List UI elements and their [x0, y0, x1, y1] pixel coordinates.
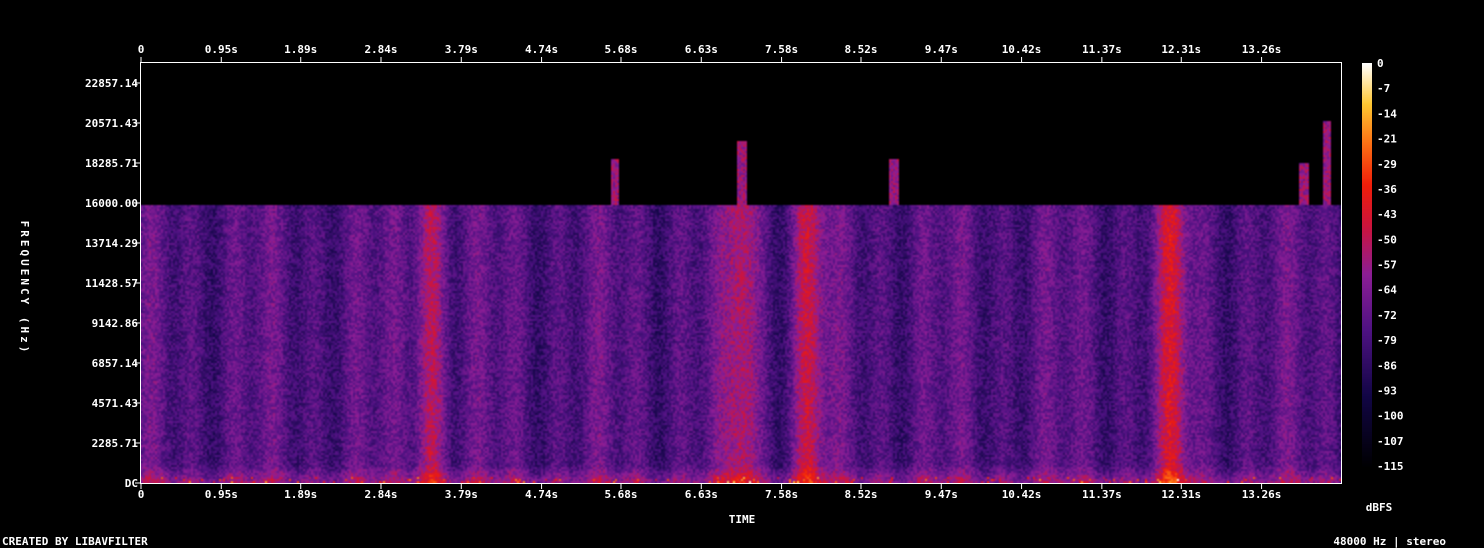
colorbar-tick-label: -107 [1377, 435, 1404, 448]
x-tick-label-top: 8.52s [844, 43, 877, 56]
x-tick-label-bottom: 11.37s [1082, 488, 1122, 501]
x-tick-label-bottom: 0 [138, 488, 145, 501]
x-tick-label-top: 0 [138, 43, 145, 56]
colorbar-gradient [1362, 63, 1372, 470]
spectrogram-heatmap [141, 63, 1341, 483]
x-tick-label-top: 7.58s [765, 43, 798, 56]
footer-sample-info: 48000 Hz | stereo [1333, 535, 1446, 548]
y-tick-label: 18285.71 [85, 157, 138, 170]
colorbar-tick-label: -43 [1377, 208, 1397, 221]
y-tick-label: 4571.43 [92, 397, 138, 410]
x-tick-label-top: 2.84s [364, 43, 397, 56]
x-axis-label: TIME [729, 513, 756, 526]
x-tick-label-bottom: 2.84s [364, 488, 397, 501]
y-axis-label: FREQUENCY (Hz) [18, 221, 31, 356]
colorbar: 0 -7 -14 -21 -29 -36 -43 -50 -57 -64 -72 -79 -86 -93 -… [1362, 57, 1404, 473]
x-tick-label-bottom: 6.63s [685, 488, 718, 501]
colorbar-tick-label: -93 [1377, 384, 1397, 397]
y-tick-label: 16000.00 [85, 197, 138, 210]
x-tick-label-top: 12.31s [1161, 43, 1201, 56]
x-tick-label-top: 1.89s [284, 43, 317, 56]
spectrogram-image [141, 63, 1341, 483]
colorbar-tick-label: -100 [1377, 410, 1404, 423]
colorbar-tick-label: -115 [1377, 460, 1404, 473]
y-axis-ticks: DC 2285.71 4571.43 6857.14 9142.86 11428.57 13… [85, 77, 140, 490]
x-tick-label-bottom: 13.26s [1242, 488, 1282, 501]
colorbar-tick-label: -72 [1377, 309, 1397, 322]
y-tick-label: 2285.71 [92, 437, 139, 450]
x-tick-label-top: 0.95s [205, 43, 238, 56]
x-tick-label-top: 5.68s [604, 43, 637, 56]
x-axis-top-ticks: 0 0.95s 1.89s 2.84s 3.79s 4.74s 5.68s 6.63s 7.58… [138, 43, 1282, 62]
x-tick-label-bottom: 7.58s [765, 488, 798, 501]
colorbar-tick-label: -64 [1377, 284, 1397, 297]
y-tick-label: 20571.43 [85, 117, 138, 130]
colorbar-tick-label: -7 [1377, 82, 1390, 95]
x-tick-label-bottom: 4.74s [525, 488, 558, 501]
x-tick-label-top: 4.74s [525, 43, 558, 56]
colorbar-tick-label: -86 [1377, 359, 1397, 372]
colorbar-tick-label: -50 [1377, 233, 1397, 246]
x-tick-label-bottom: 0.95s [205, 488, 238, 501]
spectrogram-figure: 0 0.95s 1.89s 2.84s 3.79s 4.74s 5.68s 6.63s 7.58… [18, 43, 1404, 526]
colorbar-tick-label: -21 [1377, 133, 1397, 146]
x-tick-label-bottom: 1.89s [284, 488, 317, 501]
colorbar-tick-label: -79 [1377, 334, 1397, 347]
y-tick-label: 22857.14 [85, 77, 138, 90]
y-tick-label: 6857.14 [92, 357, 139, 370]
x-tick-label-bottom: 9.47s [925, 488, 958, 501]
x-tick-label-top: 13.26s [1242, 43, 1282, 56]
x-tick-label-bottom: 3.79s [445, 488, 478, 501]
colorbar-unit-label: dBFS [1366, 501, 1393, 514]
footer-credit: CREATED BY LIBAVFILTER [2, 535, 148, 548]
x-axis-bottom-ticks: 0 0.95s 1.89s 2.84s 3.79s 4.74s 5.68s 6.63s 7.58… [138, 484, 1282, 501]
x-tick-label-top: 11.37s [1082, 43, 1122, 56]
x-tick-label-top: 9.47s [925, 43, 958, 56]
x-tick-label-bottom: 10.42s [1002, 488, 1042, 501]
x-tick-label-bottom: 12.31s [1161, 488, 1201, 501]
colorbar-tick-label: -36 [1377, 183, 1397, 196]
y-tick-label: DC [125, 477, 138, 490]
y-tick-label: 11428.57 [85, 277, 138, 290]
colorbar-tick-label: -57 [1377, 259, 1397, 272]
colorbar-tick-label: -29 [1377, 158, 1397, 171]
y-tick-label: 13714.29 [85, 237, 138, 250]
colorbar-tick-label: -14 [1377, 107, 1397, 120]
y-tick-label: 9142.86 [92, 317, 139, 330]
colorbar-tick-label: 0 [1377, 57, 1384, 70]
x-tick-label-top: 3.79s [445, 43, 478, 56]
x-tick-label-top: 10.42s [1002, 43, 1042, 56]
x-tick-label-bottom: 8.52s [844, 488, 877, 501]
x-tick-label-bottom: 5.68s [604, 488, 637, 501]
x-tick-label-top: 6.63s [685, 43, 718, 56]
